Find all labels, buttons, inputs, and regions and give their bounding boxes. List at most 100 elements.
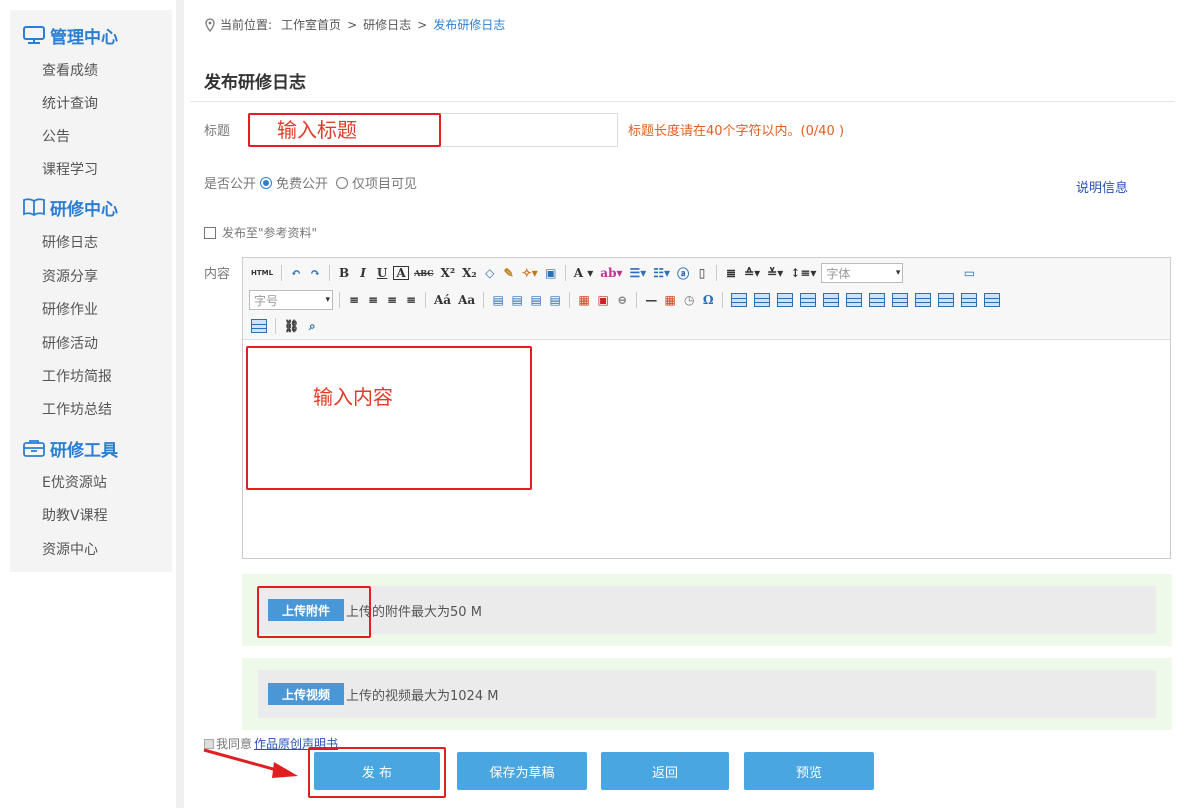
radio-label[interactable]: 仅项目可见 xyxy=(352,173,417,192)
insert-paragraph-before-table-icon[interactable] xyxy=(775,291,795,309)
sidebar-section-training[interactable]: 研修中心 xyxy=(22,192,118,222)
subscript-icon[interactable]: X₂ xyxy=(460,264,479,282)
row-spacing-top-icon[interactable]: ≙▾ xyxy=(742,264,762,282)
align-justify-icon[interactable]: ≡ xyxy=(403,291,419,309)
row-spacing-bottom-icon[interactable]: ≚▾ xyxy=(765,264,785,282)
back-button[interactable]: 返回 xyxy=(601,752,729,790)
ordered-list-icon[interactable]: ☰▾ xyxy=(628,264,649,282)
preview-magnifier-icon[interactable]: ⌕ xyxy=(304,317,320,335)
publish-reference-checkbox[interactable] xyxy=(204,226,216,239)
publish-reference-label: 发布至"参考资料" xyxy=(222,226,318,240)
html-source-button[interactable]: HTML xyxy=(249,264,275,282)
image-left-icon[interactable]: ▤ xyxy=(509,291,525,309)
insert-column-icon[interactable] xyxy=(844,291,864,309)
sidebar-item-e-resource-station[interactable]: E优资源站 xyxy=(42,473,107,493)
lowercase-icon[interactable]: Aa xyxy=(456,291,477,309)
breadcrumb-item-training-log[interactable]: 研修日志 xyxy=(363,16,411,33)
superscript-icon[interactable]: X² xyxy=(439,264,458,282)
preview-button[interactable]: 预览 xyxy=(744,752,874,790)
sidebar-item-training-log[interactable]: 研修日志 xyxy=(42,233,98,253)
uppercase-icon[interactable]: Aá xyxy=(432,291,453,309)
radio-label[interactable]: 免费公开 xyxy=(276,173,328,192)
merge-right-icon[interactable] xyxy=(913,291,933,309)
image-none-icon[interactable]: ▤ xyxy=(490,291,506,309)
title-input[interactable] xyxy=(248,113,618,147)
sidebar-item-announcements[interactable]: 公告 xyxy=(42,127,70,147)
font-border-icon[interactable]: A xyxy=(393,266,410,280)
bold-icon[interactable]: B xyxy=(336,264,352,282)
time-icon[interactable]: ◷ xyxy=(681,291,697,309)
format-brush-icon[interactable]: ✎ xyxy=(501,264,517,282)
insert-table-icon[interactable] xyxy=(729,291,749,309)
undo-icon[interactable]: ↶ xyxy=(288,264,304,282)
auto-format-icon[interactable]: ✧▾ xyxy=(520,264,540,282)
toolbar-row: ⛓ ⌕ xyxy=(249,315,320,337)
highlight-color-icon[interactable]: ab▾ xyxy=(598,264,624,282)
publish-button[interactable]: 发 布 xyxy=(314,752,440,790)
sidebar-item-workshop-summary[interactable]: 工作坊总结 xyxy=(42,400,112,420)
insert-pdf-icon[interactable]: ▣ xyxy=(595,291,611,309)
sidebar-item-resource-center[interactable]: 资源中心 xyxy=(42,540,98,560)
location-pin-icon xyxy=(205,17,215,32)
content-placeholder: 输入内容 xyxy=(313,385,393,409)
sidebar-item-training-activity[interactable]: 研修活动 xyxy=(42,334,98,354)
align-center-icon[interactable]: ≡ xyxy=(365,291,381,309)
radio-free-public[interactable] xyxy=(260,176,273,189)
date-icon[interactable]: ▦ xyxy=(662,291,678,309)
sidebar-item-resource-share[interactable]: 资源分享 xyxy=(42,267,98,287)
sidebar-item-training-homework[interactable]: 研修作业 xyxy=(42,300,98,320)
insert-row-icon[interactable] xyxy=(798,291,818,309)
save-draft-button[interactable]: 保存为草稿 xyxy=(457,752,587,790)
split-cells-icon[interactable] xyxy=(959,291,979,309)
sidebar-item-statistics[interactable]: 统计查询 xyxy=(42,94,98,114)
unordered-list-icon[interactable]: ☷▾ xyxy=(651,264,672,282)
merge-down-icon[interactable] xyxy=(936,291,956,309)
sidebar-item-assistant-v-course[interactable]: 助教V课程 xyxy=(42,506,108,526)
fullscreen-icon[interactable]: ▭ xyxy=(961,264,977,282)
agreement-checkbox[interactable] xyxy=(204,738,214,749)
align-left-icon[interactable]: ≡ xyxy=(346,291,362,309)
anchor-icon[interactable]: ⓐ xyxy=(675,264,691,282)
paste-plain-icon[interactable]: ▣ xyxy=(543,264,559,282)
merge-cells-icon[interactable] xyxy=(890,291,910,309)
font-color-icon[interactable]: A ▾ xyxy=(572,264,596,282)
font-size-select[interactable]: 字号 ▾ xyxy=(249,290,333,310)
sidebar-section-management[interactable]: 管理中心 xyxy=(22,20,118,50)
strikethrough-icon[interactable]: ABC xyxy=(412,264,435,282)
video-size-hint: 上传的视频最大为1024 M xyxy=(346,688,499,704)
explain-link[interactable]: 说明信息 xyxy=(1076,177,1128,196)
delete-row-icon[interactable] xyxy=(821,291,841,309)
page-break-icon[interactable]: ▯ xyxy=(694,264,710,282)
sidebar-item-view-scores[interactable]: 查看成绩 xyxy=(42,61,98,81)
upload-video-button[interactable]: 上传视频 xyxy=(268,683,345,705)
sidebar-item-course-study[interactable]: 课程学习 xyxy=(42,160,98,180)
redo-icon[interactable]: ↷ xyxy=(307,264,323,282)
horizontal-rule-icon[interactable]: — xyxy=(643,291,659,309)
editor-content-area[interactable]: 输入内容 xyxy=(243,341,1170,557)
eraser-icon[interactable]: ◇ xyxy=(482,264,498,282)
search-replace-icon[interactable]: ⛓ xyxy=(282,317,301,335)
split-rows-icon[interactable] xyxy=(982,291,1002,309)
special-char-icon[interactable]: Ω xyxy=(700,291,716,309)
radio-project-only[interactable] xyxy=(336,176,349,189)
sidebar-section-tools[interactable]: 研修工具 xyxy=(22,433,118,463)
chevron-down-icon: ▾ xyxy=(895,268,901,278)
image-center-icon[interactable]: ▤ xyxy=(547,291,563,309)
breadcrumb: 当前位置: 工作室首页 > 研修日志 > 发布研修日志 xyxy=(204,16,508,33)
breadcrumb-item-studio-home[interactable]: 工作室首页 xyxy=(281,16,341,33)
delete-table-icon[interactable] xyxy=(752,291,772,309)
sidebar-item-workshop-brief[interactable]: 工作坊简报 xyxy=(42,367,112,387)
insert-image-icon[interactable]: ▦ xyxy=(576,291,592,309)
line-height-icon[interactable]: ↕≡▾ xyxy=(788,264,818,282)
font-family-select[interactable]: 字体 ▾ xyxy=(821,263,904,283)
upload-attachment-button[interactable]: 上传附件 xyxy=(268,599,345,621)
paragraph-format-icon[interactable]: ≣ xyxy=(723,264,739,282)
align-right-icon[interactable]: ≡ xyxy=(384,291,400,309)
split-columns-icon[interactable] xyxy=(249,317,269,335)
delete-column-icon[interactable] xyxy=(867,291,887,309)
image-right-icon[interactable]: ▤ xyxy=(528,291,544,309)
underline-icon[interactable]: U xyxy=(374,264,390,282)
breadcrumb-prefix: 当前位置: xyxy=(220,18,273,32)
italic-icon[interactable]: I xyxy=(355,264,371,282)
link-icon[interactable]: ⊖ xyxy=(614,291,630,309)
